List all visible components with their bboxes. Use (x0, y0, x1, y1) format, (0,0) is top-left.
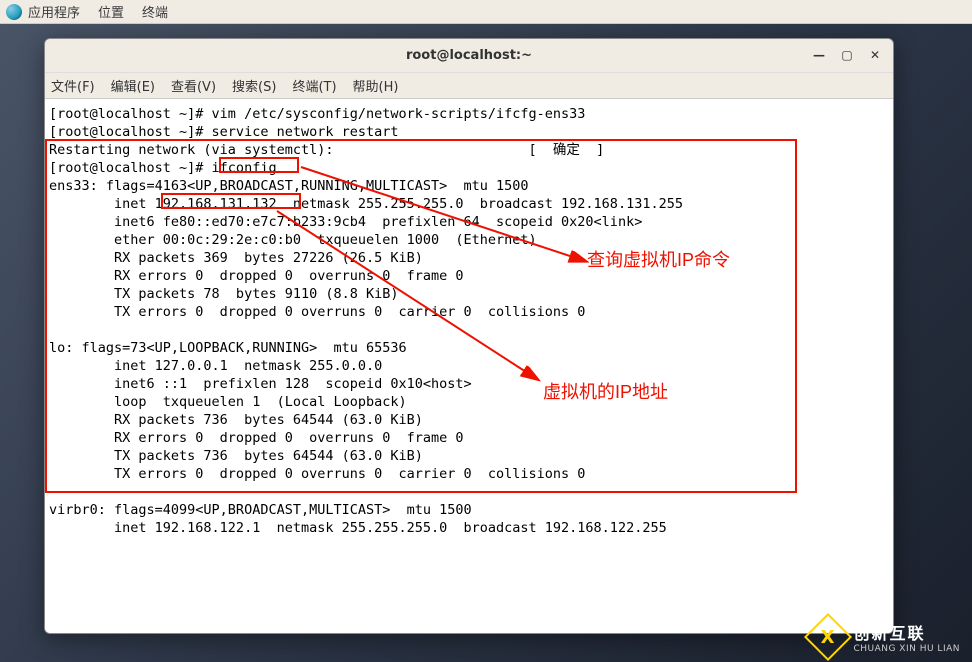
terminal-window: root@localhost:~ — ▢ ✕ 文件(F) 编辑(E) 查看(V)… (44, 38, 894, 634)
menu-places[interactable]: 位置 (98, 2, 124, 21)
titlebar[interactable]: root@localhost:~ — ▢ ✕ (45, 39, 893, 73)
watermark-logo-icon: X (804, 613, 852, 661)
minimize-button[interactable]: — (809, 45, 829, 65)
window-title: root@localhost:~ (406, 48, 532, 63)
menu-edit[interactable]: 编辑(E) (111, 76, 155, 95)
watermark-text-en: CHUANG XIN HU LIAN (853, 644, 960, 654)
maximize-button[interactable]: ▢ (837, 45, 857, 65)
terminal-menubar: 文件(F) 编辑(E) 查看(V) 搜索(S) 终端(T) 帮助(H) (45, 73, 893, 99)
menu-file[interactable]: 文件(F) (51, 76, 95, 95)
watermark: X 创新互联 CHUANG XIN HU LIAN (811, 620, 960, 654)
gnome-top-menubar: 应用程序 位置 终端 (0, 0, 972, 24)
menu-applications[interactable]: 应用程序 (28, 2, 80, 21)
window-controls: — ▢ ✕ (809, 45, 885, 65)
menu-terminal[interactable]: 终端 (142, 2, 168, 21)
menu-search[interactable]: 搜索(S) (232, 76, 276, 95)
watermark-text-cn: 创新互联 (853, 620, 960, 644)
activities-icon (6, 4, 22, 20)
menu-help[interactable]: 帮助(H) (353, 76, 399, 95)
menu-terminal-menu[interactable]: 终端(T) (292, 76, 336, 95)
menu-view[interactable]: 查看(V) (171, 76, 216, 95)
terminal-body[interactable]: [root@localhost ~]# vim /etc/sysconfig/n… (45, 99, 893, 633)
close-button[interactable]: ✕ (865, 45, 885, 65)
